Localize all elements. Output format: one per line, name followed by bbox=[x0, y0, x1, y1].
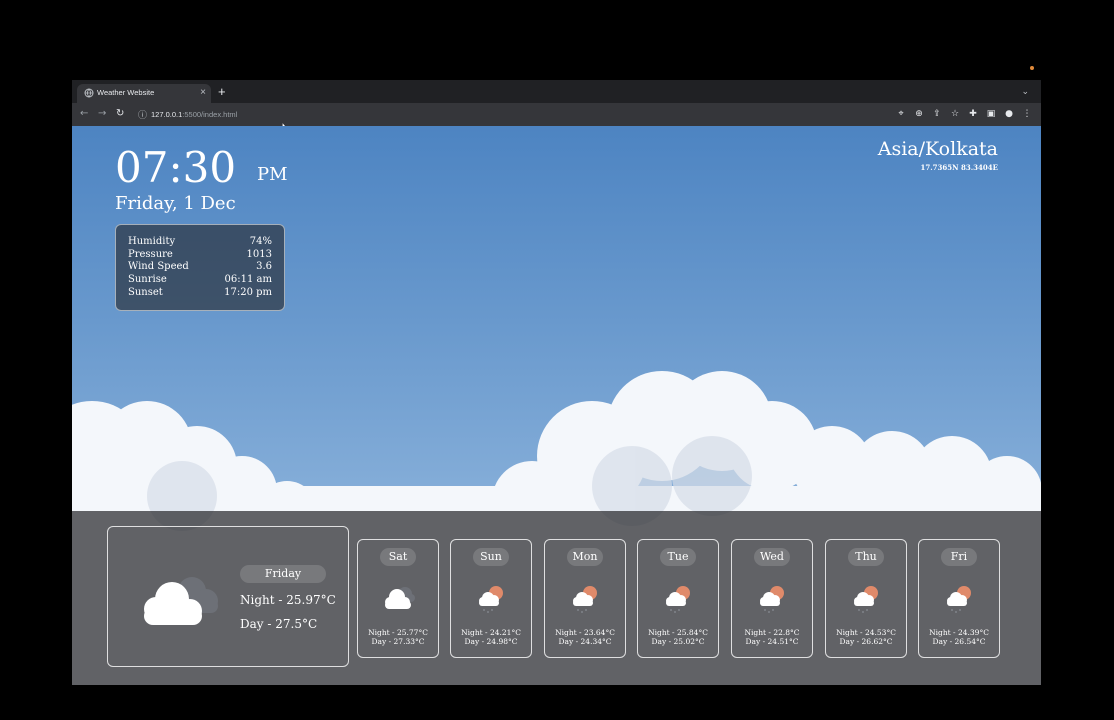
forecast-night-temp: Night - 25.77°C bbox=[368, 628, 428, 637]
toolbar-icons: ⌖ ⊕ ⇪ ☆ ✚ ▣ ● ⋮ bbox=[895, 107, 1033, 121]
status-dot bbox=[1030, 66, 1034, 70]
detail-value: 1013 bbox=[246, 248, 272, 260]
forecast-day-temp: Day - 27.33°C bbox=[371, 637, 425, 646]
new-tab-button[interactable]: + bbox=[218, 85, 226, 99]
am-pm: PM bbox=[257, 164, 288, 185]
detail-row-sunset: Sunset 17:20 pm bbox=[128, 287, 272, 300]
forecast-night-temp: Night - 25.84°C bbox=[648, 628, 708, 637]
forecast-card-fri: Fri Night - 24.39°C Day - 26.54°C bbox=[918, 539, 1000, 658]
extensions-icon[interactable]: ✚ bbox=[967, 107, 979, 121]
reload-icon[interactable]: ↻ bbox=[116, 107, 124, 121]
forecast-day-temp: Day - 26.62°C bbox=[839, 637, 893, 646]
today-night-temp: Night - 25.97°C bbox=[240, 593, 336, 607]
detail-label: Sunset bbox=[128, 286, 163, 298]
forecast-day-temp: Day - 24.98°C bbox=[464, 637, 518, 646]
tab-strip: Weather Website × + ⌄ bbox=[72, 80, 1041, 103]
sun-cloud-rain-icon bbox=[573, 586, 597, 613]
forecast-day: Sat bbox=[380, 548, 416, 566]
forecast-day: Fri bbox=[941, 548, 977, 566]
forecast-day: Wed bbox=[754, 548, 790, 566]
back-icon[interactable]: ← bbox=[80, 107, 88, 121]
current-date: Friday, 1 Dec bbox=[115, 193, 236, 214]
forecast-night-temp: Night - 24.21°C bbox=[461, 628, 521, 637]
forecast-day-temp: Day - 25.02°C bbox=[651, 637, 705, 646]
cloud-icon bbox=[385, 587, 415, 609]
detail-value: 06:11 am bbox=[224, 274, 272, 286]
sun-cloud-rain-icon bbox=[854, 586, 878, 613]
cloudy-icon bbox=[144, 577, 218, 625]
forecast-card-thu: Thu Night - 24.53°C Day - 26.62°C bbox=[825, 539, 907, 658]
url-host: 127.0.0.1 bbox=[151, 110, 183, 119]
browser-toolbar: ← → ↻ ⓘ 127.0.0.1:5500/index.html ⌖ ⊕ ⇪ … bbox=[72, 103, 1041, 126]
info-icon[interactable]: ⓘ bbox=[138, 108, 147, 121]
coordinates: 17.7365N 83.3404E bbox=[920, 163, 999, 172]
current-time: 07:30 bbox=[115, 143, 237, 192]
detail-label: Sunrise bbox=[128, 274, 167, 286]
forecast-card-mon: Mon Night - 23.64°C Day - 24.34°C bbox=[544, 539, 626, 658]
detail-label: Pressure bbox=[128, 248, 173, 260]
tab-search-icon[interactable]: ⌄ bbox=[1021, 86, 1029, 97]
forward-icon[interactable]: → bbox=[98, 107, 106, 121]
forecast-card-wed: Wed Night - 22.8°C Day - 24.51°C bbox=[731, 539, 813, 658]
forecast-panel: Friday Night - 25.97°C Day - 27.5°C Sat … bbox=[72, 511, 1041, 685]
forecast-day: Thu bbox=[848, 548, 884, 566]
sun-cloud-rain-icon bbox=[760, 586, 784, 613]
forecast-night-temp: Night - 24.53°C bbox=[836, 628, 896, 637]
detail-row-pressure: Pressure 1013 bbox=[128, 249, 272, 262]
detail-label: Humidity bbox=[128, 236, 176, 247]
forecast-card-sun: Sun Night - 24.21°C Day - 24.98°C bbox=[450, 539, 532, 658]
today-day: Friday bbox=[240, 565, 326, 583]
star-icon[interactable]: ☆ bbox=[949, 107, 961, 121]
browser-window: Weather Website × + ⌄ ← → ↻ ⓘ 127.0.0.1:… bbox=[72, 80, 1041, 685]
detail-value: 74% bbox=[249, 236, 272, 247]
url-path: :5500/index.html bbox=[182, 110, 238, 119]
sun-cloud-rain-icon bbox=[666, 586, 690, 613]
weather-details-panel: Humidity 74% Pressure 1013 Wind Speed 3.6 S… bbox=[115, 224, 285, 311]
tab-weather-website[interactable]: Weather Website × bbox=[77, 84, 211, 103]
share-icon[interactable]: ⇪ bbox=[931, 107, 943, 121]
forecast-day-temp: Day - 24.51°C bbox=[745, 637, 799, 646]
detail-row-wind-speed: Wind Speed 3.6 bbox=[128, 261, 272, 274]
forecast-night-temp: Night - 22.8°C bbox=[744, 628, 800, 637]
forecast-day: Tue bbox=[660, 548, 696, 566]
weather-page: 07:30 PM Friday, 1 Dec Humidity 74% Press… bbox=[72, 126, 1041, 685]
forecast-night-temp: Night - 23.64°C bbox=[555, 628, 615, 637]
location-icon[interactable]: ⌖ bbox=[895, 107, 907, 121]
url-text[interactable]: 127.0.0.1:5500/index.html bbox=[151, 110, 237, 119]
detail-label: Wind Speed bbox=[128, 261, 189, 273]
today-card: Friday Night - 25.97°C Day - 27.5°C bbox=[107, 526, 349, 667]
sun-cloud-rain-icon bbox=[947, 586, 971, 613]
tab-close-icon[interactable]: × bbox=[200, 87, 206, 99]
tab-title: Weather Website bbox=[97, 88, 155, 97]
forecast-night-temp: Night - 24.39°C bbox=[929, 628, 989, 637]
timezone: Asia/Kolkata bbox=[877, 138, 998, 160]
sun-cloud-rain-icon bbox=[479, 586, 503, 613]
forecast-day: Sun bbox=[473, 548, 509, 566]
sidepanel-icon[interactable]: ▣ bbox=[985, 107, 997, 121]
forecast-day-temp: Day - 24.34°C bbox=[558, 637, 612, 646]
zoom-icon[interactable]: ⊕ bbox=[913, 107, 925, 121]
detail-row-sunrise: Sunrise 06:11 am bbox=[128, 274, 272, 287]
detail-row-humidity: Humidity 74% bbox=[128, 236, 272, 249]
forecast-day-temp: Day - 26.54°C bbox=[932, 637, 986, 646]
forecast-card-sat: Sat Night - 25.77°C Day - 27.33°C bbox=[357, 539, 439, 658]
today-day-temp: Day - 27.5°C bbox=[240, 617, 318, 631]
menu-icon[interactable]: ⋮ bbox=[1021, 107, 1033, 121]
address-bar[interactable]: ⓘ 127.0.0.1:5500/index.html bbox=[132, 106, 1012, 123]
detail-value: 17:20 pm bbox=[224, 286, 272, 298]
forecast-card-tue: Tue Night - 25.84°C Day - 25.02°C bbox=[637, 539, 719, 658]
forecast-day: Mon bbox=[567, 548, 603, 566]
globe-icon bbox=[84, 88, 94, 98]
profile-icon[interactable]: ● bbox=[1003, 107, 1015, 121]
detail-value: 3.6 bbox=[256, 261, 272, 273]
